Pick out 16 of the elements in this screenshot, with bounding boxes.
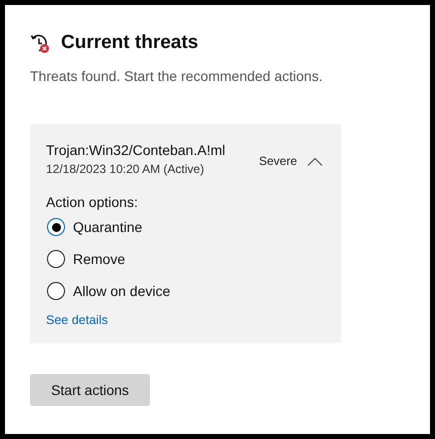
option-label[interactable]: Quarantine — [73, 219, 142, 235]
radio-button[interactable] — [47, 282, 65, 300]
detection-time: 12/18/2023 10:20 AM (Active) — [46, 161, 206, 177]
radio-button[interactable] — [47, 250, 65, 268]
options-label: Action options: — [46, 193, 139, 211]
option-label[interactable]: Allow on device — [73, 283, 170, 299]
severity-label: Severe — [258, 154, 297, 168]
clock-alert-icon — [30, 32, 50, 54]
start-actions-button[interactable]: Start actions — [30, 374, 150, 406]
chevron-icon[interactable] — [307, 156, 323, 166]
option-label[interactable]: Remove — [73, 251, 126, 267]
see-details-link[interactable]: See details — [46, 313, 108, 327]
threat-name: Trojan:Win32/Conteban.A!ml — [46, 141, 226, 159]
radio-button[interactable] — [47, 218, 65, 236]
section-title: Current threats — [61, 32, 198, 54]
section-subtitle: Threats found. Start the recommended actions. — [30, 68, 324, 84]
